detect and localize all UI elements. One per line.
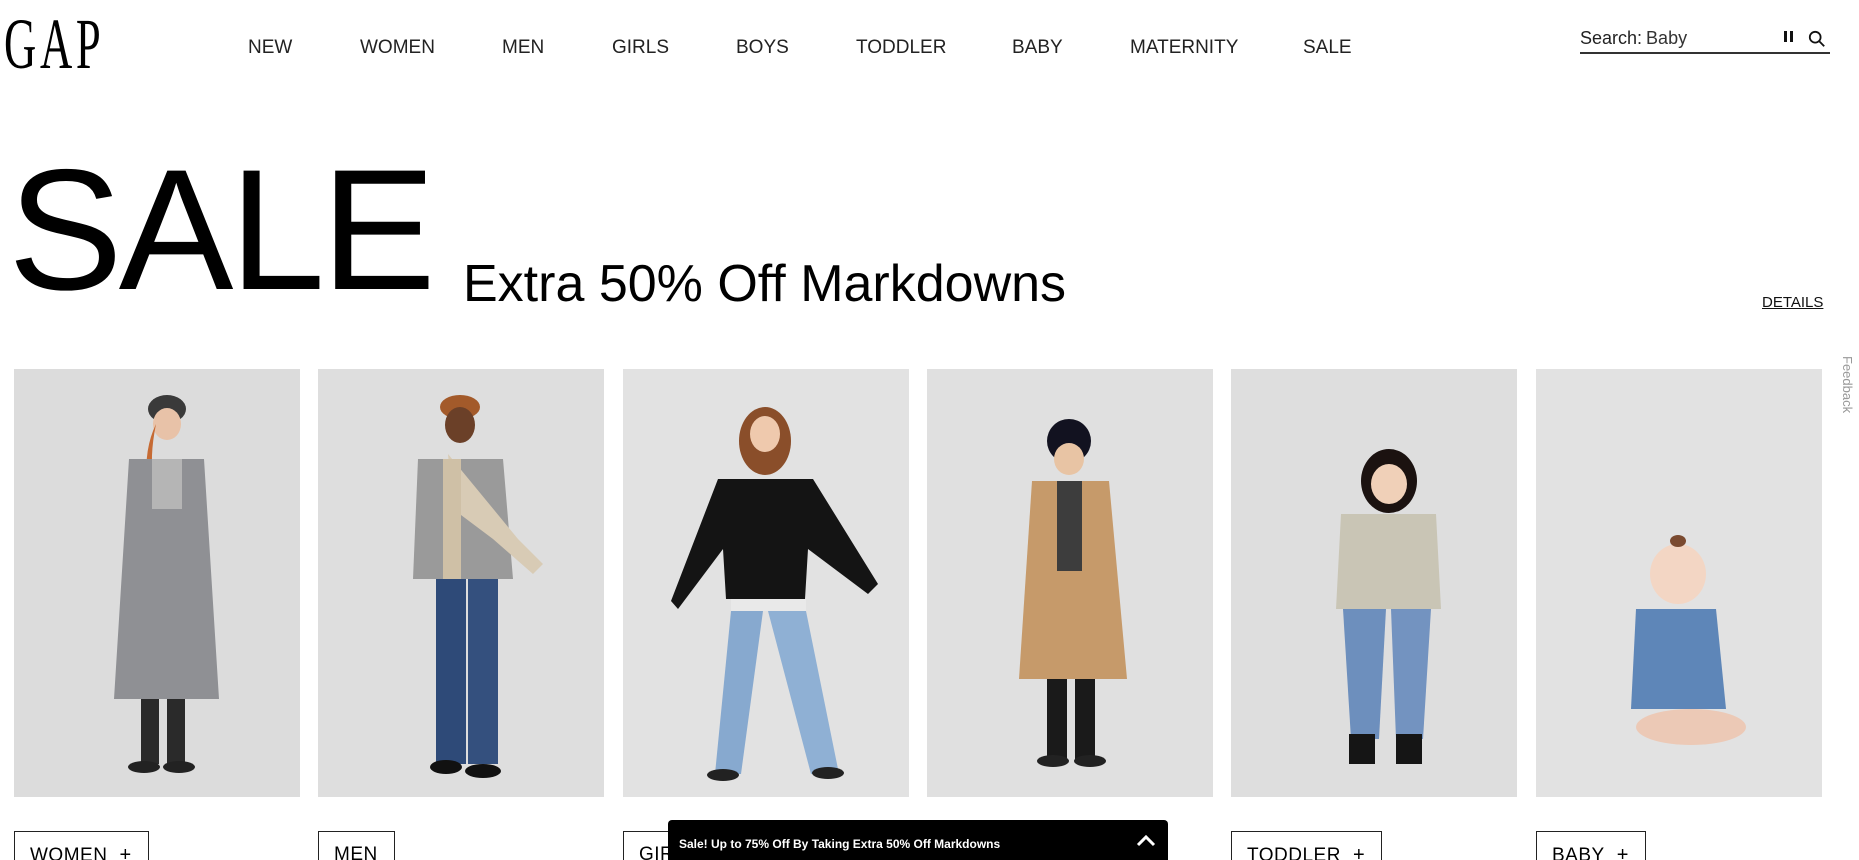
- promo-banner[interactable]: Sale! Up to 75% Off By Taking Extra 50% …: [668, 820, 1168, 860]
- category-label-toddler: TODDLER: [1247, 845, 1341, 860]
- promo-text: Sale! Up to 75% Off By Taking Extra 50% …: [679, 837, 1001, 851]
- nav-item-new[interactable]: NEW: [248, 37, 292, 59]
- plus-icon: +: [119, 844, 132, 860]
- nav-item-sale[interactable]: SALE: [1303, 37, 1352, 59]
- category-button-baby[interactable]: BABY +: [1536, 831, 1646, 860]
- nav-item-baby[interactable]: BABY: [1012, 37, 1063, 59]
- chevron-up-icon[interactable]: [1136, 833, 1156, 847]
- nav-item-men[interactable]: MEN: [502, 37, 544, 59]
- nav-item-girls[interactable]: GIRLS: [612, 37, 669, 59]
- category-button-toddler[interactable]: TODDLER +: [1231, 831, 1383, 860]
- category-label-men: MEN: [334, 844, 378, 860]
- sale-heading: SALE: [8, 134, 436, 326]
- category-image-toddler[interactable]: [1231, 369, 1517, 797]
- nav-item-maternity[interactable]: MATERNITY: [1130, 37, 1238, 59]
- sale-subheading: Extra 50% Off Markdowns: [463, 255, 1067, 313]
- feedback-tab[interactable]: Feedback: [1840, 356, 1855, 413]
- category-image-boys[interactable]: [927, 369, 1213, 797]
- search-icon[interactable]: [1808, 30, 1826, 48]
- category-label-baby: BABY: [1552, 845, 1605, 860]
- plus-icon: +: [1616, 844, 1629, 860]
- category-label-women: WOMEN: [30, 845, 108, 860]
- pause-icon[interactable]: [1784, 31, 1796, 43]
- gap-logo[interactable]: GAP: [4, 8, 104, 80]
- search-label: Search:: [1580, 27, 1643, 48]
- plus-icon: +: [1352, 844, 1366, 860]
- category-button-women[interactable]: WOMEN +: [14, 831, 149, 860]
- nav-item-toddler[interactable]: TODDLER: [856, 37, 946, 59]
- search-placeholder-value: Baby: [1646, 27, 1688, 48]
- nav-item-women[interactable]: WOMEN: [360, 37, 435, 59]
- category-image-men[interactable]: [318, 369, 604, 797]
- category-image-women[interactable]: [14, 369, 300, 797]
- search-field[interactable]: Search: Baby: [1580, 24, 1830, 54]
- category-button-men[interactable]: MEN: [318, 831, 395, 860]
- category-image-girls[interactable]: [623, 369, 909, 797]
- category-image-baby[interactable]: [1536, 369, 1822, 797]
- nav-item-boys[interactable]: BOYS: [736, 37, 789, 59]
- details-link[interactable]: DETAILS: [1762, 294, 1823, 311]
